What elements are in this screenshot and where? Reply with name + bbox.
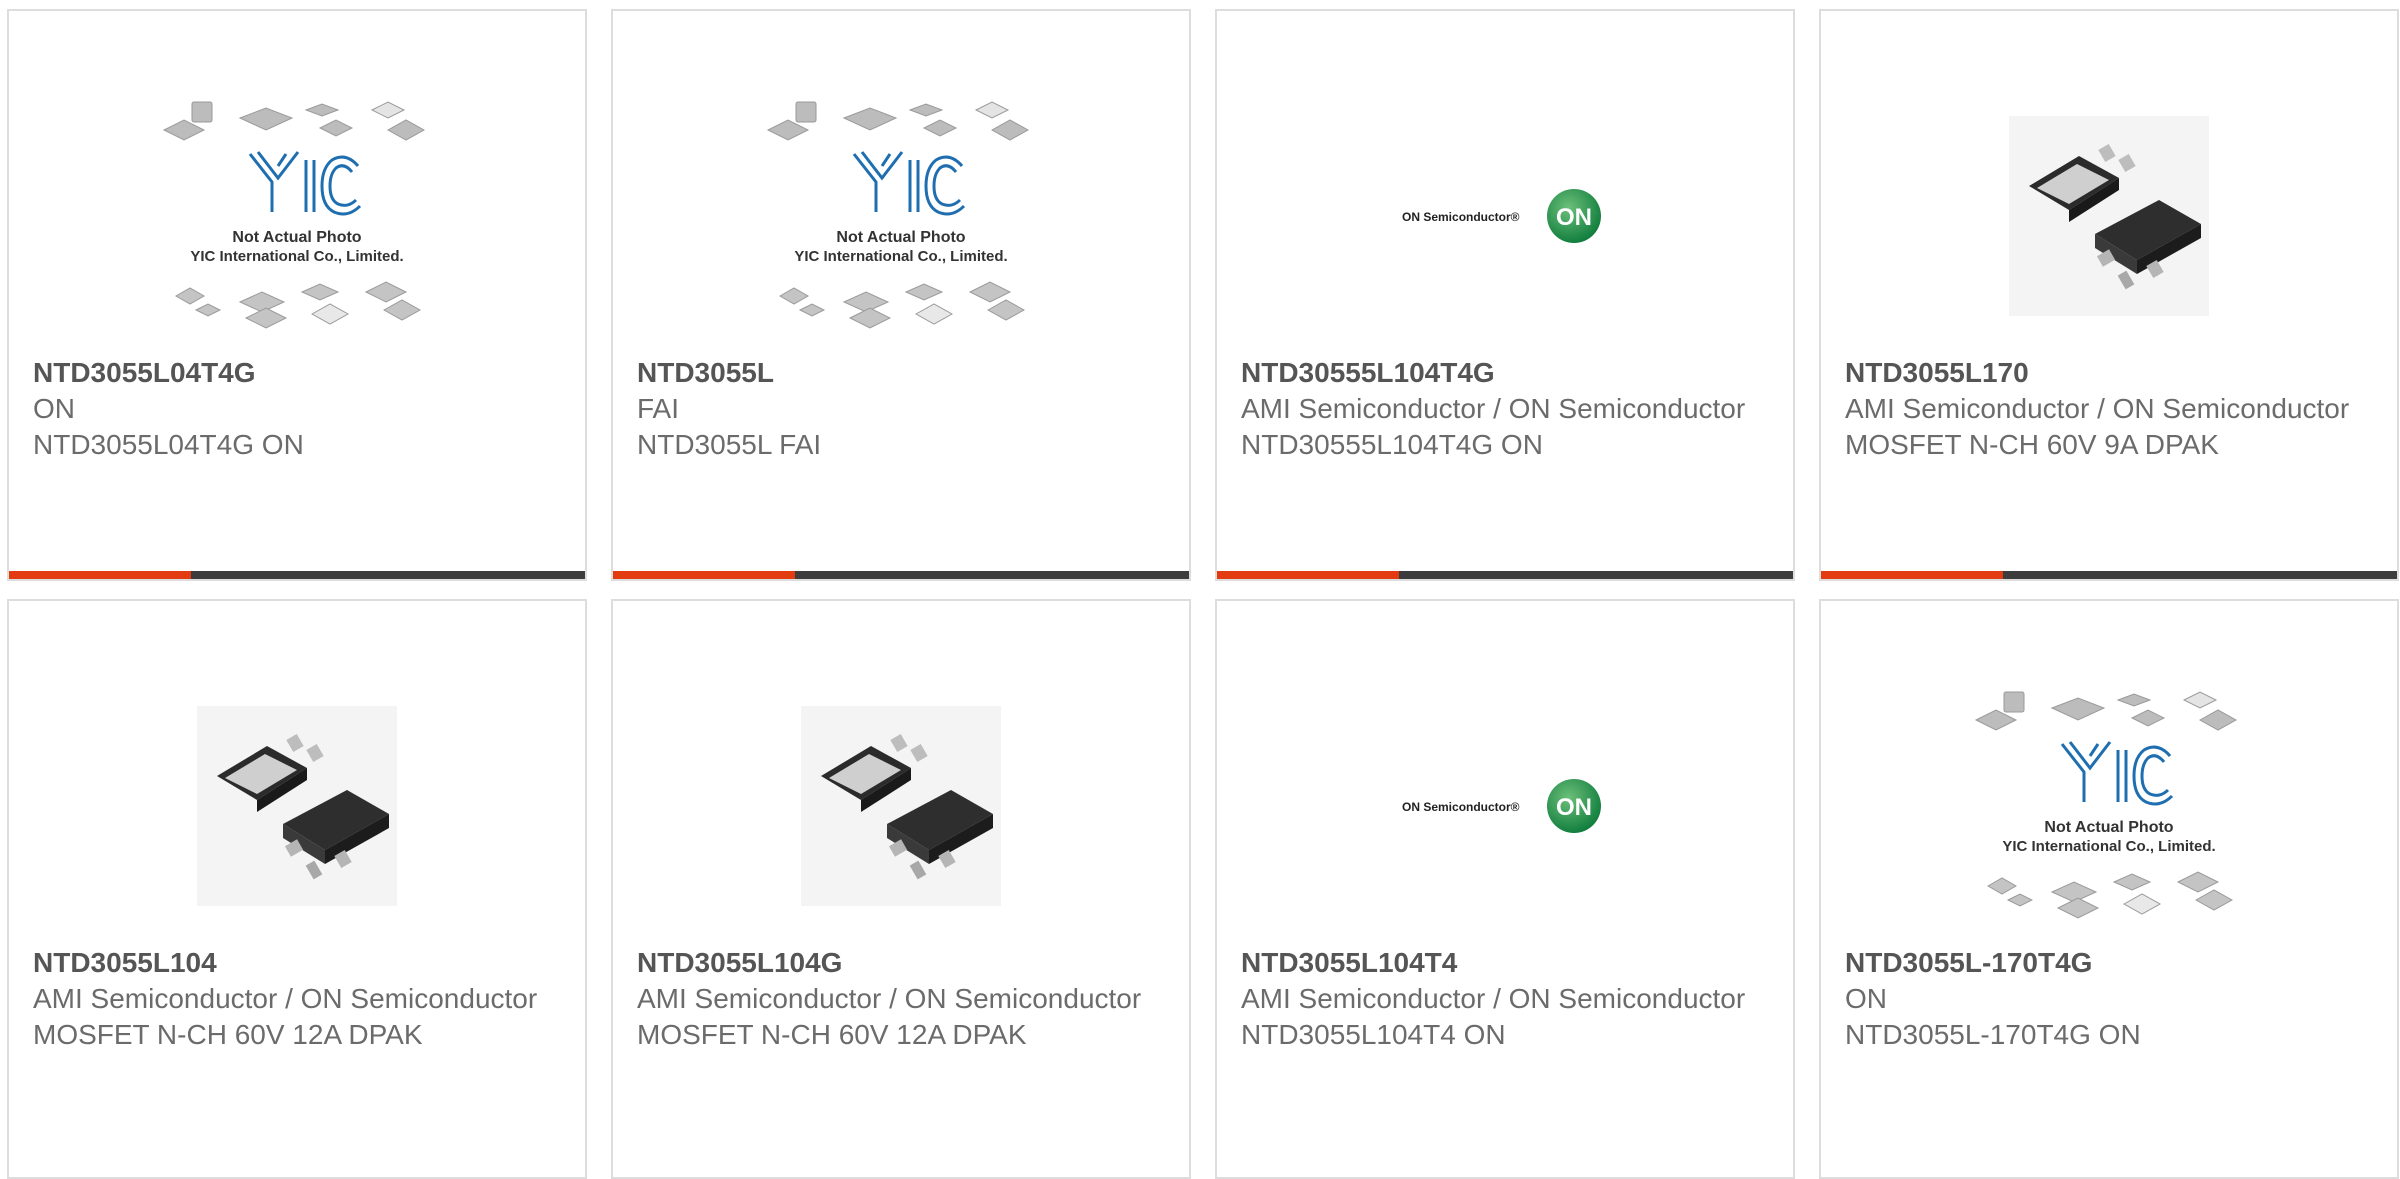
product-grid: Not Actual Photo YIC International Co., …	[0, 0, 2400, 1179]
product-info: NTD3055L104 AMI Semiconductor / ON Semic…	[33, 945, 565, 1053]
manufacturer: AMI Semiconductor / ON Semiconductor	[637, 983, 1142, 1014]
product-image[interactable]: Not Actual Photo YIC International Co., …	[1821, 661, 2397, 951]
not-actual-photo-image: Not Actual Photo YIC International Co., …	[766, 101, 1030, 329]
card-bar	[613, 571, 1189, 579]
svg-text:Not Actual Photo: Not Actual Photo	[836, 229, 965, 246]
part-number-link[interactable]: NTD3055L104G	[637, 945, 1169, 981]
part-number-link[interactable]: NTD3055L-170T4G	[1845, 945, 2377, 981]
description: NTD3055L FAI	[637, 429, 822, 460]
manufacturer: AMI Semiconductor / ON Semiconductor	[33, 983, 538, 1014]
card-bar-accent	[1217, 571, 1399, 579]
description: MOSFET N-CH 60V 12A DPAK	[637, 1019, 1027, 1050]
product-image[interactable]: Not Actual Photo YIC International Co., …	[9, 71, 585, 361]
description: NTD3055L104T4 ON	[1241, 1019, 1506, 1050]
manufacturer: FAI	[637, 393, 680, 424]
product-image[interactable]	[9, 661, 585, 951]
svg-text:YIC International Co., Limited: YIC International Co., Limited.	[794, 248, 1007, 265]
manufacturer: AMI Semiconductor / ON Semiconductor	[1241, 983, 1746, 1014]
dpak-package-icon	[2009, 116, 2209, 316]
product-info: NTD3055L04T4G ON NTD3055L04T4G ON	[33, 355, 565, 463]
product-card[interactable]: ON Semiconductor® ON NTD30555L104T4G AMI…	[1215, 9, 1795, 581]
svg-text:YIC International Co., Limited: YIC International Co., Limited.	[2002, 838, 2215, 855]
card-bar	[1821, 571, 2397, 579]
product-card[interactable]: Not Actual Photo YIC International Co., …	[7, 9, 587, 581]
manufacturer: ON	[1845, 983, 1887, 1014]
svg-text:Not Actual Photo: Not Actual Photo	[232, 229, 361, 246]
product-card[interactable]: NTD3055L170 AMI Semiconductor / ON Semic…	[1819, 9, 2399, 581]
description: MOSFET N-CH 60V 9A DPAK	[1845, 429, 2219, 460]
manufacturer: ON	[33, 393, 75, 424]
description: NTD30555L104T4G ON	[1241, 429, 1543, 460]
product-card[interactable]: ON Semiconductor® ON NTD3055L104T4 AMI S…	[1215, 599, 1795, 1179]
svg-text:ON: ON	[1556, 794, 1592, 821]
svg-text:ON: ON	[1556, 204, 1592, 231]
part-number-link[interactable]: NTD3055L170	[1845, 355, 2377, 391]
svg-text:Not Actual Photo: Not Actual Photo	[2044, 819, 2173, 836]
not-actual-photo-image: Not Actual Photo YIC International Co., …	[162, 101, 426, 329]
part-number-link[interactable]: NTD3055L104T4	[1241, 945, 1773, 981]
card-bar-accent	[613, 571, 795, 579]
product-image[interactable]: ON Semiconductor® ON	[1217, 661, 1793, 951]
product-card[interactable]: NTD3055L104G AMI Semiconductor / ON Semi…	[611, 599, 1191, 1179]
card-bar-accent	[1821, 571, 2003, 579]
svg-text:ON Semiconductor®: ON Semiconductor®	[1402, 800, 1520, 814]
product-info: NTD3055L104T4 AMI Semiconductor / ON Sem…	[1241, 945, 1773, 1053]
part-number-link[interactable]: NTD30555L104T4G	[1241, 355, 1773, 391]
card-bar	[9, 571, 585, 579]
dpak-package-icon	[197, 706, 397, 906]
product-info: NTD3055L-170T4G ON NTD3055L-170T4G ON	[1845, 945, 2377, 1053]
card-bar	[1217, 571, 1793, 579]
product-image[interactable]	[613, 661, 1189, 951]
manufacturer: AMI Semiconductor / ON Semiconductor	[1241, 393, 1746, 424]
part-number-link[interactable]: NTD3055L	[637, 355, 1169, 391]
description: NTD3055L-170T4G ON	[1845, 1019, 2141, 1050]
product-image[interactable]: ON Semiconductor® ON	[1217, 71, 1793, 361]
not-actual-photo-image: Not Actual Photo YIC International Co., …	[1974, 691, 2238, 919]
part-number-link[interactable]: NTD3055L104	[33, 945, 565, 981]
manufacturer: AMI Semiconductor / ON Semiconductor	[1845, 393, 2350, 424]
product-info: NTD30555L104T4G AMI Semiconductor / ON S…	[1241, 355, 1773, 463]
description: NTD3055L04T4G ON	[33, 429, 304, 460]
dpak-package-icon	[801, 706, 1001, 906]
product-card[interactable]: NTD3055L104 AMI Semiconductor / ON Semic…	[7, 599, 587, 1179]
on-semiconductor-logo-icon: ON Semiconductor® ON	[1402, 189, 1601, 243]
product-card[interactable]: Not Actual Photo YIC International Co., …	[611, 9, 1191, 581]
on-semiconductor-logo-icon: ON Semiconductor® ON	[1402, 779, 1601, 833]
description: MOSFET N-CH 60V 12A DPAK	[33, 1019, 423, 1050]
svg-text:ON Semiconductor®: ON Semiconductor®	[1402, 210, 1520, 224]
svg-text:YIC International Co., Limited: YIC International Co., Limited.	[190, 248, 403, 265]
product-info: NTD3055L104G AMI Semiconductor / ON Semi…	[637, 945, 1169, 1053]
product-info: NTD3055L FAI NTD3055L FAI	[637, 355, 1169, 463]
part-number-link[interactable]: NTD3055L04T4G	[33, 355, 565, 391]
card-bar-accent	[9, 571, 191, 579]
product-card[interactable]: Not Actual Photo YIC International Co., …	[1819, 599, 2399, 1179]
product-info: NTD3055L170 AMI Semiconductor / ON Semic…	[1845, 355, 2377, 463]
product-image[interactable]	[1821, 71, 2397, 361]
product-image[interactable]: Not Actual Photo YIC International Co., …	[613, 71, 1189, 361]
